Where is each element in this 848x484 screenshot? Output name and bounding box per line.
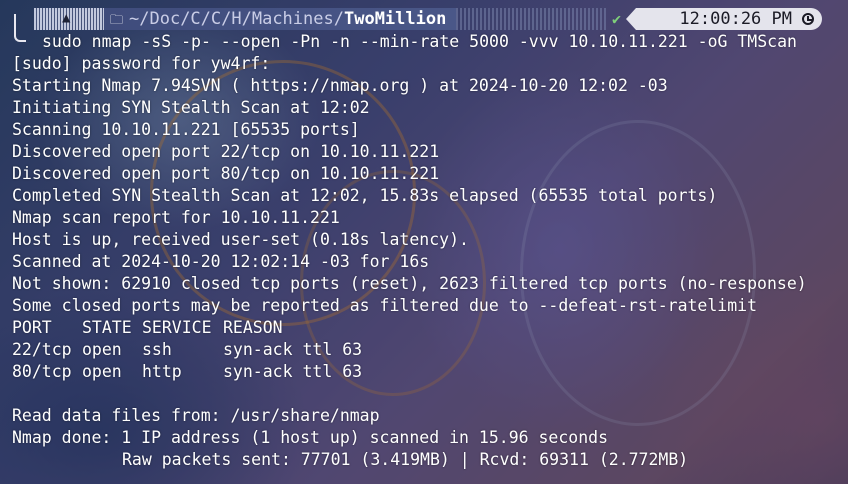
column-header-state: STATE bbox=[82, 318, 132, 337]
port-table-row: 22/tcp open ssh syn-ack ttl 63 bbox=[12, 339, 842, 361]
output-line: Nmap scan report for 10.10.11.221 bbox=[12, 208, 340, 227]
output-line: Not shown: 62910 closed tcp ports (reset… bbox=[12, 274, 807, 293]
check-icon: ✔ bbox=[612, 10, 622, 28]
prompt-filler bbox=[456, 8, 606, 30]
prompt-time-cap bbox=[626, 8, 636, 30]
output-line: Some closed ports may be reported as fil… bbox=[12, 296, 758, 315]
port-table-row: 80/tcp open http syn-ack ttl 63 bbox=[12, 361, 842, 383]
terminal-output[interactable]: sudo nmap -sS -p- --open -Pn -n --min-ra… bbox=[12, 31, 842, 471]
output-line: Discovered open port 80/tcp on 10.10.11.… bbox=[12, 164, 440, 183]
output-line: Scanned at 2024-10-20 12:02:14 -03 for 1… bbox=[12, 252, 430, 271]
prompt-time-segment: 12:00:26 PM bbox=[626, 8, 822, 30]
prompt-path-segment: 🗀 ~/Doc/C/C/H/Machines/TwoMillion bbox=[104, 8, 456, 30]
port-table-header: PORT STATE SERVICE REASON bbox=[12, 317, 842, 339]
folder-icon: 🗀 bbox=[110, 13, 124, 28]
arch-linux-icon: ▲ bbox=[62, 10, 71, 26]
service-cell: http bbox=[142, 362, 182, 381]
output-line: Read data files from: /usr/share/nmap bbox=[12, 406, 380, 425]
output-line: Host is up, received user-set (0.18s lat… bbox=[12, 230, 469, 249]
path-current-dir: TwoMillion bbox=[343, 9, 447, 29]
shell-prompt-bar: ▲ 🗀 ~/Doc/C/C/H/Machines/TwoMillion ✔ 12:… bbox=[0, 8, 848, 30]
path-segment-machines: Machines bbox=[251, 9, 334, 29]
output-line: Starting Nmap 7.94SVN ( https://nmap.org… bbox=[12, 76, 668, 95]
column-header-port: PORT bbox=[12, 318, 52, 337]
column-header-reason: REASON bbox=[223, 318, 283, 337]
column-header-service: SERVICE bbox=[142, 318, 212, 337]
output-line: Completed SYN Stealth Scan at 12:02, 15.… bbox=[12, 186, 718, 205]
prompt-os-segment: ▲ bbox=[34, 8, 104, 30]
raw-packets-line: Raw packets sent: 77701 (3.419MB) | Rcvd… bbox=[122, 450, 689, 469]
output-line: Initiating SYN Stealth Scan at 12:02 bbox=[12, 98, 370, 117]
state-cell: open bbox=[82, 340, 122, 359]
command-line: sudo nmap -sS -p- --open -Pn -n --min-ra… bbox=[42, 32, 797, 51]
reason-cell: syn-ack ttl 63 bbox=[223, 340, 363, 359]
clock-icon bbox=[802, 13, 814, 25]
reason-cell: syn-ack ttl 63 bbox=[223, 362, 363, 381]
port-cell: 80/tcp bbox=[12, 362, 72, 381]
service-cell: ssh bbox=[142, 340, 172, 359]
path-separator: / bbox=[333, 9, 344, 29]
output-line: [sudo] password for yw4rf: bbox=[12, 54, 271, 73]
output-line: Nmap done: 1 IP address (1 host up) scan… bbox=[12, 428, 609, 447]
prompt-time: 12:00:26 PM bbox=[679, 9, 792, 29]
output-line: Discovered open port 22/tcp on 10.10.11.… bbox=[12, 142, 440, 161]
path-prefix: ~/Doc/C/C/H/ bbox=[129, 9, 252, 29]
state-cell: open bbox=[82, 362, 122, 381]
output-line: Scanning 10.10.11.221 [65535 ports] bbox=[12, 120, 360, 139]
port-cell: 22/tcp bbox=[12, 340, 72, 359]
